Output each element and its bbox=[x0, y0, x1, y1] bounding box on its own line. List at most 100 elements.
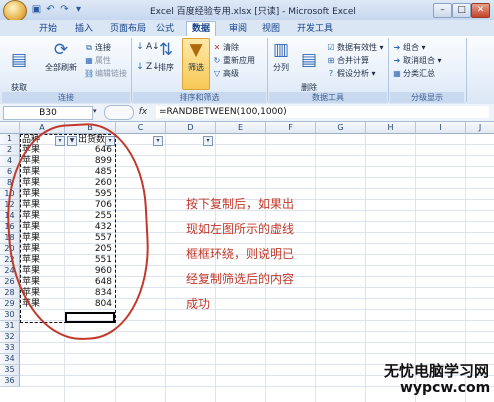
name-box-dropdown-icon[interactable]: ▾ bbox=[93, 107, 97, 115]
column-header-h[interactable]: H bbox=[366, 122, 416, 134]
consolidate-button[interactable]: ⊞ 合并计算 bbox=[326, 55, 369, 66]
annotation-line-4: 经复制筛选后的内容 bbox=[186, 272, 295, 286]
filter-dropdown-c-icon[interactable]: ▾ bbox=[153, 136, 163, 146]
grid-line bbox=[20, 353, 494, 354]
text-to-columns-button[interactable]: ▥ 分列 bbox=[270, 39, 292, 73]
tab-review[interactable]: 审阅 bbox=[224, 22, 252, 36]
properties-icon: ▦ bbox=[85, 56, 93, 65]
sort-descending-icon: ↓ bbox=[136, 62, 144, 72]
group-label-connections: 连接 bbox=[2, 92, 130, 103]
row-header[interactable]: 32 bbox=[0, 332, 20, 343]
tab-formulas[interactable]: 公式 bbox=[151, 22, 179, 36]
row-header[interactable]: 1 bbox=[0, 134, 20, 145]
formula-input[interactable]: =RANDBETWEEN(100,1000) bbox=[156, 106, 489, 118]
column-header-c[interactable]: C bbox=[116, 122, 166, 134]
edit-links-button[interactable]: ⛓编辑链接 bbox=[84, 68, 127, 79]
advanced-button[interactable]: ▽ 高级 bbox=[212, 68, 239, 79]
connections-button[interactable]: ⧉ 连接 bbox=[84, 42, 111, 53]
undo-icon[interactable]: ↶ bbox=[44, 3, 57, 16]
grid-line bbox=[365, 134, 366, 402]
data-validation-button[interactable]: ☑ 数据有效性 ▾ bbox=[326, 42, 383, 53]
row-header[interactable]: 34 bbox=[0, 354, 20, 365]
link-icon: ⛓ bbox=[84, 69, 95, 78]
row-header[interactable]: 30 bbox=[0, 310, 20, 321]
close-button[interactable]: ✕ bbox=[471, 3, 490, 18]
subtotal-icon: ▦ bbox=[393, 69, 401, 78]
consolidate-icon: ⊞ bbox=[327, 56, 335, 65]
watermark-title: 无忧电脑学习网 bbox=[384, 362, 490, 380]
grid-line bbox=[315, 134, 316, 402]
minimize-button[interactable]: – bbox=[433, 3, 452, 18]
formula-bar-splitter[interactable] bbox=[104, 105, 134, 120]
column-header-f[interactable]: F bbox=[266, 122, 316, 134]
group-label-sort-filter: 排序和筛选 bbox=[133, 92, 266, 103]
row-header[interactable]: 2 bbox=[0, 145, 20, 156]
refresh-all-button[interactable]: ⟳ 全部刷新 bbox=[40, 39, 82, 73]
maximize-button[interactable]: □ bbox=[452, 3, 471, 18]
row-header[interactable]: 36 bbox=[0, 376, 20, 387]
group-separator bbox=[131, 38, 132, 102]
grid-line bbox=[20, 342, 494, 343]
filter-button[interactable]: ▼ 筛选 bbox=[182, 38, 210, 90]
ribbon: ▤ 获取 外部数据 ⟳ 全部刷新 ⧉连接 ▦属性 ⛓编辑链接 连接 ↓A↓ ↓Z… bbox=[0, 36, 494, 105]
row-header[interactable]: 33 bbox=[0, 343, 20, 354]
row-header[interactable]: 28 bbox=[0, 288, 20, 299]
filter-funnel-icon: ▼ bbox=[189, 40, 203, 60]
column-header-g[interactable]: G bbox=[316, 122, 366, 134]
ribbon-tabs: 开始 插入 页面布局 公式 数据 审阅 视图 开发工具 bbox=[0, 20, 494, 37]
column-header-d[interactable]: D bbox=[166, 122, 216, 134]
save-icon[interactable]: ▣ bbox=[30, 3, 43, 16]
sort-button[interactable]: ⇅ 排序 bbox=[153, 39, 179, 73]
tab-home[interactable]: 开始 bbox=[34, 22, 62, 36]
filter-dropdown-d-icon[interactable]: ▾ bbox=[203, 136, 213, 146]
column-header-j[interactable]: J bbox=[466, 122, 494, 134]
redo-icon[interactable]: ↷ bbox=[58, 3, 71, 16]
database-icon: ▤ bbox=[10, 50, 28, 70]
whatif-button[interactable]: ? 假设分析 ▾ bbox=[326, 68, 376, 79]
grid-line bbox=[265, 134, 266, 402]
ungroup-icon: ➔ bbox=[393, 56, 401, 65]
group-label-outline: 分级显示 bbox=[390, 92, 464, 103]
insert-function-button[interactable]: fx bbox=[136, 106, 150, 118]
whatif-icon: ? bbox=[328, 69, 334, 78]
row-header[interactable]: 29 bbox=[0, 299, 20, 310]
reapply-button[interactable]: ↻ 重新应用 bbox=[212, 55, 255, 66]
group-separator bbox=[466, 38, 467, 102]
row-header[interactable]: 35 bbox=[0, 365, 20, 376]
annotation-line-5: 成功 bbox=[186, 297, 211, 311]
tab-page-layout[interactable]: 页面布局 bbox=[105, 22, 151, 36]
ungroup-button[interactable]: ➔ 取消组合 ▾ bbox=[392, 55, 442, 66]
tab-data[interactable]: 数据 bbox=[186, 21, 217, 37]
advanced-filter-icon: ▽ bbox=[213, 69, 221, 78]
annotation-line-1: 按下复制后，如果出 bbox=[186, 197, 295, 211]
column-header-i[interactable]: I bbox=[416, 122, 466, 134]
properties-button[interactable]: ▦ 属性 bbox=[84, 55, 111, 66]
group-label-data-tools: 数据工具 bbox=[269, 92, 387, 103]
office-button[interactable] bbox=[3, 0, 27, 22]
title-bar: ▣ ↶ ↷ ▾ Excel 百度经验专用.xlsx [只读] - Microso… bbox=[0, 0, 494, 22]
clear-icon: ✕ bbox=[213, 43, 221, 52]
remove-duplicates-icon: ▤ bbox=[300, 50, 318, 70]
select-all-corner[interactable] bbox=[0, 122, 20, 134]
group-separator bbox=[267, 38, 268, 102]
clear-button[interactable]: ✕ 清除 bbox=[212, 42, 239, 53]
annotation-line-3: 框框环绕，则说明已 bbox=[186, 247, 295, 261]
grid-line bbox=[215, 134, 216, 402]
group-separator bbox=[388, 38, 389, 102]
column-header-e[interactable]: E bbox=[216, 122, 266, 134]
reapply-icon: ↻ bbox=[213, 56, 221, 65]
window-title: Excel 百度经验专用.xlsx [只读] - Microsoft Excel bbox=[150, 7, 356, 17]
sort-icon: ⇅ bbox=[158, 40, 174, 60]
worksheet-grid[interactable]: A B C D E F G H I J 1 2 4 6 8 10 12 14 16 18 20 22 2… bbox=[0, 120, 494, 402]
columns-icon: ▥ bbox=[272, 40, 290, 60]
qat-dropdown-icon[interactable]: ▾ bbox=[72, 3, 85, 16]
row-header[interactable]: 31 bbox=[0, 321, 20, 332]
grid-line bbox=[165, 134, 166, 402]
tab-view[interactable]: 视图 bbox=[257, 22, 285, 36]
formula-bar: B30 ▾ fx =RANDBETWEEN(100,1000) bbox=[0, 104, 494, 122]
subtotal-button[interactable]: ▦ 分类汇总 bbox=[392, 68, 435, 79]
tab-insert[interactable]: 插入 bbox=[70, 22, 98, 36]
group-button[interactable]: ➔ 组合 ▾ bbox=[392, 42, 426, 53]
name-box[interactable]: B30 bbox=[3, 106, 93, 120]
tab-developer[interactable]: 开发工具 bbox=[292, 22, 338, 36]
